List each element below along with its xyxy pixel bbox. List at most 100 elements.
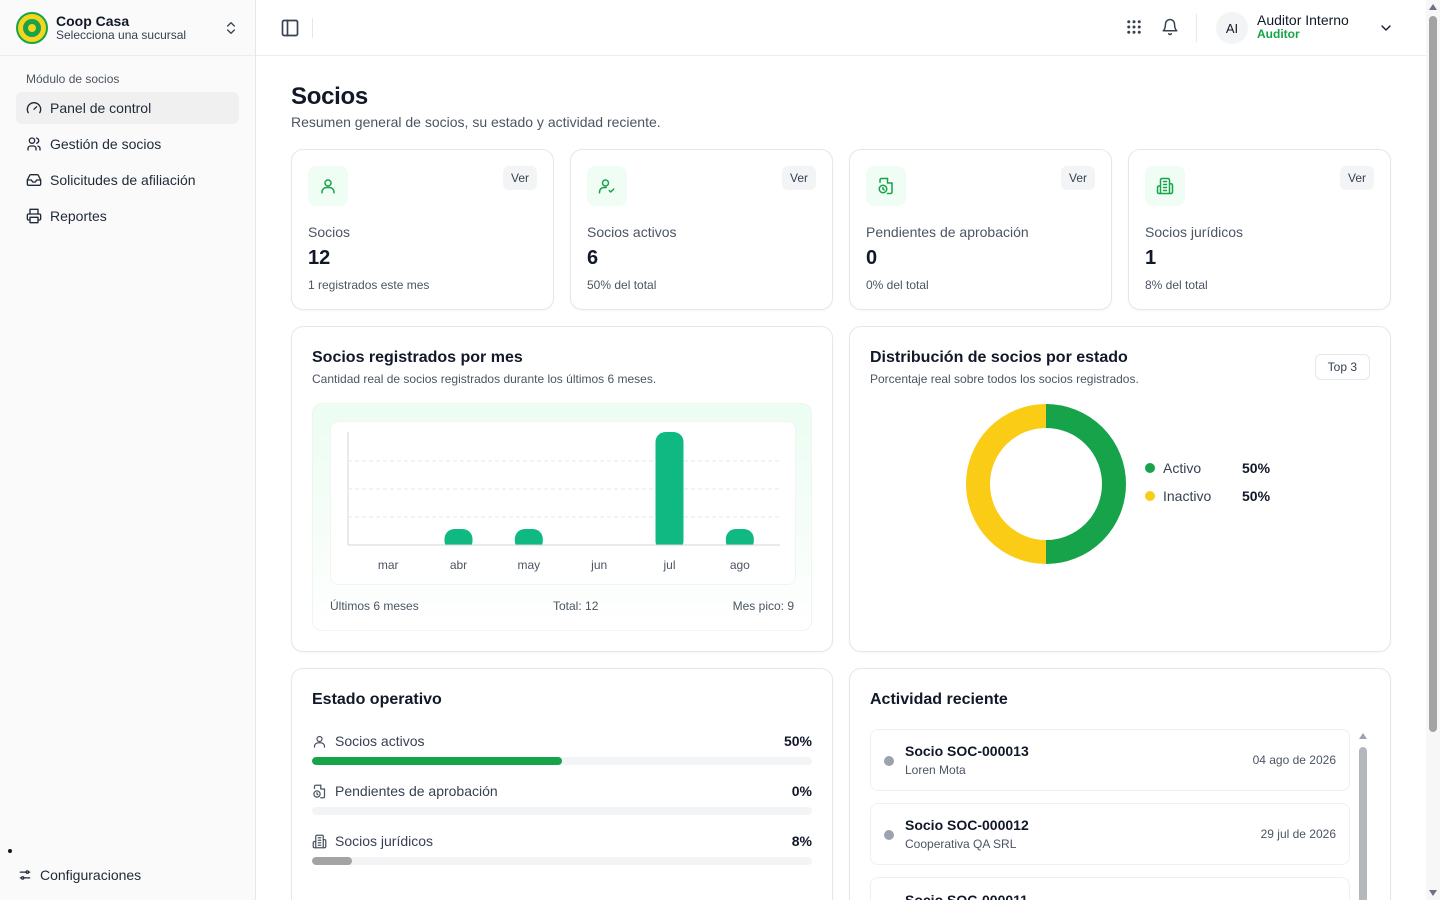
stat-label: Socios <box>308 224 351 240</box>
sliders-icon <box>19 870 31 880</box>
chart-foot-total: Total: 12 <box>553 599 599 613</box>
bar-jul <box>655 432 684 551</box>
progress-fill <box>312 757 562 765</box>
op-value: 50% <box>783 733 812 749</box>
settings-label: Configuraciones <box>40 867 142 883</box>
sidebar-item-panel[interactable]: Panel de control <box>16 92 239 124</box>
bell-icon[interactable] <box>1161 18 1179 36</box>
scroll-thumb[interactable] <box>1429 16 1437 732</box>
stat-card-socios: Ver Socios 12 1 registrados este mes <box>291 149 554 310</box>
branch-switcher[interactable]: Coop Casa Selecciona una sucursal <box>0 0 255 56</box>
card-subtitle: Cantidad real de socios registrados dura… <box>312 372 657 386</box>
legend-label: Activo <box>1163 460 1202 476</box>
legend-item-activo: Activo 50% <box>1145 460 1270 476</box>
activity-item[interactable]: Socio SOC-000013 Loren Mota 04 ago de 20… <box>870 729 1350 791</box>
op-row-activos: Socios activos 50% <box>312 731 812 765</box>
user-check-icon <box>598 179 615 194</box>
activity-item[interactable]: Socio SOC-000011 <box>870 877 1350 900</box>
stat-card-juridicos: Ver Socios jurídicos 1 8% del total <box>1128 149 1391 310</box>
brand-subtitle: Selecciona una sucursal <box>56 27 187 42</box>
chart-panel: mar abr may jun jul ago Últimos 6 meses Total… <box>312 403 812 631</box>
progress-fill <box>312 857 352 865</box>
monthly-chart-card: Socios registrados por mes Cantidad real… <box>291 326 833 652</box>
top3-button[interactable]: Top 3 <box>1314 354 1370 380</box>
legend-item-inactivo: Inactivo 50% <box>1145 488 1270 504</box>
activity-date: 04 ago de 2026 <box>1252 753 1336 767</box>
stat-foot: 50% del total <box>587 278 657 292</box>
activity-date: 29 jul de 2026 <box>1260 827 1336 841</box>
stat-value: 0 <box>866 247 878 269</box>
sidebar: Coop Casa Selecciona una sucursal Módulo… <box>0 0 256 900</box>
card-subtitle: Porcentaje real sobre todos los socios r… <box>870 372 1139 386</box>
stat-label: Socios activos <box>587 224 677 240</box>
card-title: Socios registrados por mes <box>312 349 523 366</box>
stat-label: Socios jurídicos <box>1145 224 1244 240</box>
sidebar-toggle-icon[interactable] <box>280 18 300 38</box>
sidebar-item-label: Reportes <box>50 208 107 224</box>
stat-card-activos: Ver Socios activos 6 50% del total <box>570 149 833 310</box>
distribution-card: Distribución de socios por estado Porcen… <box>849 326 1391 652</box>
sidebar-item-label: Panel de control <box>50 100 152 116</box>
activity-item[interactable]: Socio SOC-000012 Cooperativa QA SRL 29 j… <box>870 803 1350 865</box>
chart-foot-peak: Mes pico: 9 <box>732 599 794 613</box>
activity-list[interactable]: Socio SOC-000013 Loren Mota 04 ago de 20… <box>870 729 1350 900</box>
card-title: Distribución de socios por estado <box>870 349 1128 366</box>
scroll-up-arrow[interactable] <box>1429 4 1437 10</box>
x-tick-label: may <box>517 558 540 572</box>
ver-button[interactable]: Ver <box>502 166 537 190</box>
operational-card: Estado operativo Socios activos 50% Pend… <box>291 668 833 900</box>
sidebar-item-solicitudes[interactable]: Solicitudes de afiliación <box>16 164 239 196</box>
x-tick-label: mar <box>378 558 399 572</box>
building-icon <box>1156 177 1174 195</box>
card-title: Estado operativo <box>312 691 442 708</box>
status-dot <box>8 849 12 853</box>
topbar: AI Auditor Interno Auditor <box>256 0 1426 56</box>
inbox-icon <box>26 174 42 186</box>
activity-scrollbar[interactable] <box>1358 731 1368 900</box>
avatar[interactable]: AI <box>1216 12 1248 44</box>
apps-grid-icon[interactable] <box>1125 18 1143 36</box>
op-row-pendientes: Pendientes de aprobación 0% <box>312 781 812 815</box>
activity-title: Socio SOC-000013 <box>905 743 1029 759</box>
chart-area: mar abr may jun jul ago <box>330 421 796 585</box>
printer-icon <box>26 208 42 224</box>
scroll-down-arrow[interactable] <box>1429 890 1437 896</box>
page-scrollbar[interactable] <box>1426 0 1440 900</box>
activity-subtitle: Loren Mota <box>905 763 966 777</box>
sidebar-item-reportes[interactable]: Reportes <box>16 200 239 232</box>
scroll-thumb[interactable] <box>1359 747 1367 900</box>
stat-label: Pendientes de aprobación <box>866 224 1029 240</box>
chevron-down-icon[interactable] <box>1378 20 1394 36</box>
coop-logo <box>16 11 48 44</box>
user-role: Auditor <box>1257 27 1300 42</box>
brand-name: Coop Casa <box>56 12 130 29</box>
op-label: Socios activos <box>335 733 425 749</box>
op-label: Socios jurídicos <box>335 833 434 849</box>
op-label: Pendientes de aprobación <box>335 783 498 799</box>
activity-title: Socio SOC-000011 <box>905 892 1028 900</box>
ver-button[interactable]: Ver <box>1339 166 1374 190</box>
stat-value: 1 <box>1145 247 1157 269</box>
page-title: Socios <box>291 83 368 110</box>
op-row-juridicos: Socios jurídicos 8% <box>312 831 812 865</box>
activity-title: Socio SOC-000012 <box>905 817 1029 833</box>
sidebar-group: Módulo de socios Panel de control Gestió… <box>0 56 255 232</box>
progress-track <box>312 807 812 815</box>
sidebar-item-gestion[interactable]: Gestión de socios <box>16 128 239 160</box>
stat-value: 12 <box>308 247 331 269</box>
sidebar-item-configuraciones[interactable]: Configuraciones <box>8 860 151 890</box>
activity-card: Actividad reciente Socio SOC-000013 Lore… <box>849 668 1391 900</box>
scroll-up-arrow[interactable] <box>1359 733 1367 739</box>
ver-button[interactable]: Ver <box>1060 166 1095 190</box>
ver-button[interactable]: Ver <box>781 166 816 190</box>
legend-value: 50% <box>1242 460 1271 476</box>
sidebar-item-label: Gestión de socios <box>50 136 162 152</box>
main-content: Socios Resumen general de socios, su est… <box>256 56 1426 900</box>
activity-dot <box>884 830 894 840</box>
chevrons-up-down-icon[interactable] <box>223 20 239 36</box>
user-menu[interactable]: Auditor Interno Auditor <box>1257 12 1349 42</box>
sidebar-section-label: Módulo de socios <box>26 72 120 86</box>
slice-activo <box>1045 404 1126 564</box>
stat-foot: 1 registrados este mes <box>308 278 430 292</box>
legend-dot <box>1145 491 1155 501</box>
